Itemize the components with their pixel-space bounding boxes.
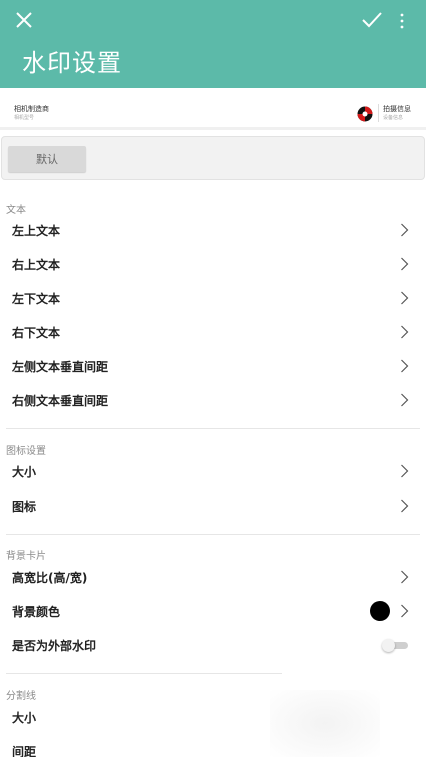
row-icon-size[interactable]: 大小: [0, 454, 426, 488]
row-aspect-ratio[interactable]: 高宽比(高/宽): [0, 560, 426, 594]
color-swatch: [370, 601, 390, 621]
scroll-fade-overlay: [270, 690, 380, 757]
section-divider: [6, 673, 282, 674]
chevron-right-icon: [401, 570, 409, 584]
chevron-right-icon: [401, 359, 409, 373]
row-label: 大小: [12, 711, 37, 725]
row-background-color[interactable]: 背景颜色: [0, 594, 426, 628]
close-icon[interactable]: [14, 10, 34, 30]
default-card: 默认: [1, 136, 425, 180]
preview-separator: [378, 104, 379, 122]
row-label: 左下文本: [12, 292, 61, 306]
chevron-right-icon: [401, 393, 409, 407]
row-icon[interactable]: 图标: [0, 489, 426, 523]
chevron-right-icon: [401, 464, 409, 478]
row-top-left-text[interactable]: 左上文本: [0, 213, 426, 247]
chevron-right-icon: [401, 604, 409, 618]
section-divider: [6, 428, 420, 429]
row-right-text-vertical-spacing[interactable]: 右侧文本垂直间距: [0, 383, 426, 417]
chevron-right-icon: [401, 291, 409, 305]
toggle-thumb: [382, 639, 395, 652]
preview-top-left-text: 相机制造商: [14, 105, 49, 113]
row-label: 右侧文本垂直间距: [12, 394, 109, 408]
row-bottom-right-text[interactable]: 右下文本: [0, 315, 426, 349]
row-label: 背景颜色: [12, 605, 61, 619]
watermark-preview: 相机制造商 相机型号 拍摄信息 设备信息: [0, 96, 426, 130]
chevron-right-icon: [401, 499, 409, 513]
page-title: 水印设置: [22, 49, 122, 77]
row-label: 左上文本: [12, 224, 61, 238]
row-bottom-left-text[interactable]: 左下文本: [0, 281, 426, 315]
preview-top-right-text: 拍摄信息: [383, 105, 411, 113]
section-divider: [6, 534, 420, 535]
row-label: 高宽比(高/宽): [12, 571, 88, 585]
preview-bottom-left-text: 相机型号: [14, 115, 35, 121]
row-label: 间距: [12, 745, 37, 757]
row-label: 是否为外部水印: [12, 639, 97, 653]
row-top-right-text[interactable]: 右上文本: [0, 247, 426, 281]
default-button[interactable]: 默认: [8, 146, 86, 172]
chevron-right-icon: [401, 257, 409, 271]
row-label: 左侧文本垂直间距: [12, 360, 109, 374]
row-label: 右上文本: [12, 258, 61, 272]
row-label: 大小: [12, 465, 37, 479]
row-label: 图标: [12, 500, 37, 514]
chevron-right-icon: [401, 325, 409, 339]
row-left-text-vertical-spacing[interactable]: 左侧文本垂直间距: [0, 349, 426, 383]
chevron-right-icon: [401, 223, 409, 237]
row-external-watermark[interactable]: 是否为外部水印: [0, 628, 426, 662]
app-bar: 水印设置: [0, 0, 426, 88]
preview-bottom-right-text: 设备信息: [383, 115, 404, 121]
external-watermark-toggle[interactable]: [382, 639, 408, 652]
row-label: 右下文本: [12, 326, 61, 340]
brand-logo-icon: [357, 106, 373, 122]
more-vert-icon[interactable]: [398, 12, 406, 30]
check-icon[interactable]: [361, 10, 383, 30]
